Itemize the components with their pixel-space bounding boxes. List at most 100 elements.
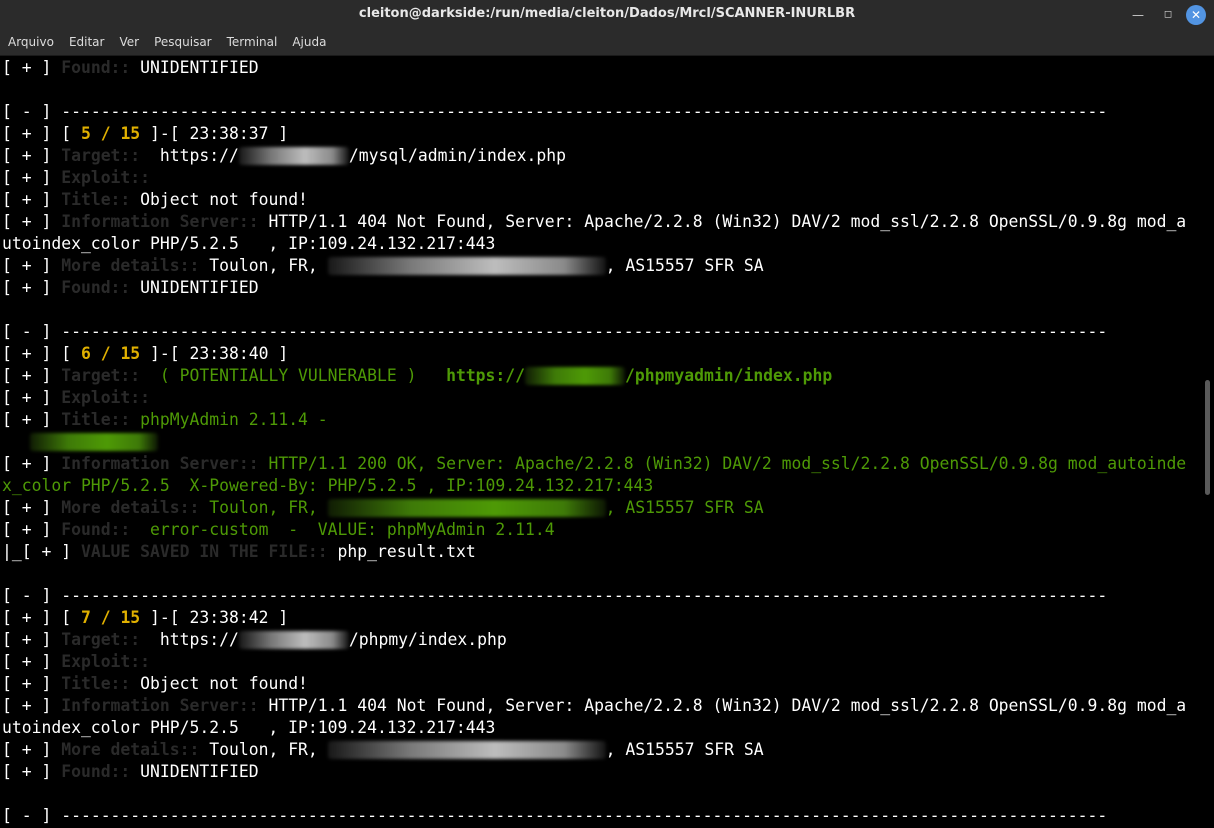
separator-dashes: ----------------------------------------… xyxy=(61,322,1108,341)
target-line: [ + ] Target:: ( POTENTIALLY VULNERABLE … xyxy=(2,365,832,387)
menu-ajuda[interactable]: Ajuda xyxy=(284,30,333,49)
timestamp: 23:38:42 xyxy=(189,608,269,627)
line-prefix: [ + ] xyxy=(2,740,62,759)
separator-line: [ - ] ----------------------------------… xyxy=(2,321,1107,343)
title-value: Object not found! xyxy=(140,190,308,209)
line-prefix: [ + ] xyxy=(2,674,62,693)
exploit-line: [ + ] Exploit:: xyxy=(2,167,150,189)
info-line: [ + ] Information Server:: HTTP/1.1 404 … xyxy=(2,211,1186,233)
line-prefix: [ + ] xyxy=(2,168,62,187)
scrollbar-thumb[interactable] xyxy=(1205,380,1210,495)
target-line: [ + ] Target:: https:// /mysql/admin/inde… xyxy=(2,145,566,167)
separator-line: [ - ] ----------------------------------… xyxy=(2,101,1107,123)
details-location: Toulon, FR, xyxy=(209,498,328,517)
line-prefix: [ + ] xyxy=(2,388,62,407)
menu-pesquisar[interactable]: Pesquisar xyxy=(146,30,219,49)
counter-line: [ + ] [ 6 / 15 ]-[ 23:38:40 ] xyxy=(2,343,288,365)
window-title: cleiton@darkside:/run/media/cleiton/Dado… xyxy=(358,6,856,21)
line-prefix: [ + ] xyxy=(2,278,62,297)
info-label: Information Server:: xyxy=(61,696,269,715)
title-line: [ + ] Title:: phpMyAdmin 2.11.4 - xyxy=(2,409,328,431)
info-label: Information Server:: xyxy=(61,454,269,473)
line-prefix: [ + ] xyxy=(2,520,62,539)
saved-label: VALUE SAVED IN THE FILE:: xyxy=(80,542,338,561)
saved-line: |_[ + ] VALUE SAVED IN THE FILE:: php_re… xyxy=(2,541,476,563)
info-label: Information Server:: xyxy=(61,212,269,231)
terminal-output[interactable]: [ + ] Found:: UNIDENTIFIED [ - ] -------… xyxy=(0,56,1202,828)
title-line-wrap xyxy=(2,431,158,453)
found-value: UNIDENTIFIED xyxy=(140,58,259,77)
minimize-icon[interactable]: — xyxy=(1128,5,1148,25)
counter-open: [ xyxy=(61,608,81,627)
target-label: Target:: xyxy=(61,366,151,385)
exploit-line: [ + ] Exploit:: xyxy=(2,651,150,673)
line-prefix: [ + ] xyxy=(2,256,62,275)
target-prefix: https:// xyxy=(446,366,526,385)
title-line: [ + ] Title:: Object not found! xyxy=(2,189,308,211)
details-line: [ + ] More details:: Toulon, FR, , AS155… xyxy=(2,255,764,277)
title-bar: cleiton@darkside:/run/media/cleiton/Dado… xyxy=(0,0,1214,30)
found-value: error-custom - VALUE: phpMyAdmin 2.11.4 xyxy=(140,520,555,539)
target-label: Target:: xyxy=(61,630,151,649)
line-prefix: [ + ] xyxy=(2,146,62,165)
menu-arquivo[interactable]: Arquivo xyxy=(0,30,61,49)
title-label: Title:: xyxy=(61,410,141,429)
target-line: [ + ] Target:: https:// /phpmy/index.php xyxy=(2,629,507,651)
details-asn: , AS15557 SFR SA xyxy=(605,498,764,517)
title-label: Title:: xyxy=(61,190,141,209)
exploit-label: Exploit:: xyxy=(61,388,151,407)
terminal-line: [ + ] Found:: UNIDENTIFIED xyxy=(2,57,259,79)
exploit-line: [ + ] Exploit:: xyxy=(2,387,150,409)
info-line-wrap: x_color PHP/5.2.5 X-Powered-By: PHP/5.2.… xyxy=(2,475,653,497)
timestamp: 23:38:40 xyxy=(189,344,269,363)
line-prefix: |_[ + ] xyxy=(2,542,81,561)
title-label: Title:: xyxy=(61,674,141,693)
found-value: UNIDENTIFIED xyxy=(140,762,259,781)
line-prefix: [ + ] xyxy=(2,762,62,781)
line-prefix: [ - ] xyxy=(2,322,62,341)
line-prefix: [ + ] xyxy=(2,212,62,231)
separator-dashes: ----------------------------------------… xyxy=(61,806,1108,825)
found-label: Found:: xyxy=(61,58,141,77)
target-prefix: https:// xyxy=(150,146,239,165)
timestamp-close: ] xyxy=(268,124,289,143)
line-prefix: [ - ] xyxy=(2,102,62,121)
separator-dashes: ----------------------------------------… xyxy=(61,586,1108,605)
timestamp-close: ] xyxy=(268,608,289,627)
target-path: /phpmyadmin/index.php xyxy=(625,366,833,385)
info-value: HTTP/1.1 404 Not Found, Server: Apache/2… xyxy=(268,696,1187,715)
found-label: Found:: xyxy=(61,278,141,297)
redacted-host xyxy=(238,631,349,649)
info-line-wrap: utoindex_color PHP/5.2.5 , IP:109.24.132… xyxy=(2,233,495,255)
menu-ver[interactable]: Ver xyxy=(111,30,146,49)
details-label: More details:: xyxy=(61,498,210,517)
info-value-wrap: utoindex_color PHP/5.2.5 , IP:109.24.132… xyxy=(2,234,496,253)
details-asn: , AS15557 SFR SA xyxy=(605,740,764,759)
line-prefix: [ + ] xyxy=(2,190,62,209)
line-prefix: [ + ] xyxy=(2,410,62,429)
target-prefix: https:// xyxy=(150,630,239,649)
counter-close: ]-[ xyxy=(140,124,190,143)
info-line: [ + ] Information Server:: HTTP/1.1 200 … xyxy=(2,453,1186,475)
target-path: /phpmy/index.php xyxy=(348,630,507,649)
counter-line: [ + ] [ 7 / 15 ]-[ 23:38:42 ] xyxy=(2,607,288,629)
line-prefix: [ + ] xyxy=(2,608,62,627)
separator-dashes: ----------------------------------------… xyxy=(61,102,1108,121)
line-prefix: [ + ] xyxy=(2,454,62,473)
redacted-details xyxy=(327,741,606,759)
line-prefix: [ + ] xyxy=(2,344,62,363)
separator-line: [ - ] ----------------------------------… xyxy=(2,805,1107,827)
line-prefix: [ - ] xyxy=(2,806,62,825)
close-icon[interactable]: ✕ xyxy=(1186,5,1206,25)
timestamp: 23:38:37 xyxy=(189,124,269,143)
target-label: Target:: xyxy=(61,146,151,165)
menu-editar[interactable]: Editar xyxy=(61,30,112,49)
found-value: UNIDENTIFIED xyxy=(140,278,259,297)
details-line: [ + ] More details:: Toulon, FR, , AS155… xyxy=(2,497,764,519)
redacted-details xyxy=(327,257,606,275)
progress-count: 6 / 15 xyxy=(80,344,141,363)
info-line: [ + ] Information Server:: HTTP/1.1 404 … xyxy=(2,695,1186,717)
details-location: Toulon, FR, xyxy=(209,740,328,759)
maximize-icon[interactable]: ◻ xyxy=(1158,5,1178,25)
menu-terminal[interactable]: Terminal xyxy=(219,30,285,49)
